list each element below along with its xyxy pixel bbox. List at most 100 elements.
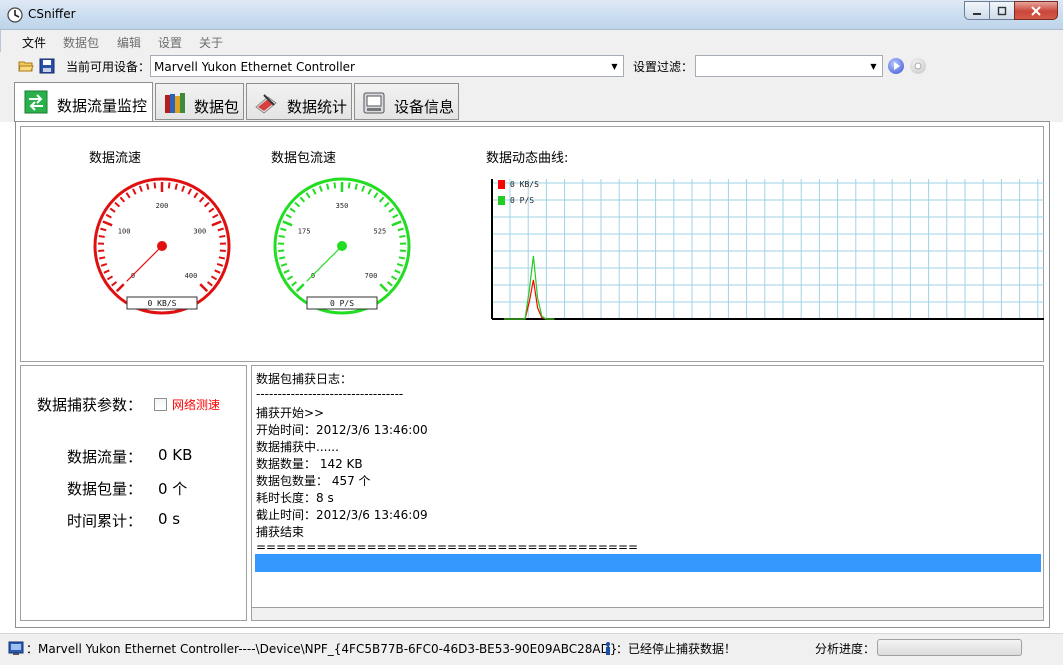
app-icon [7,7,23,23]
maximize-button[interactable] [989,1,1015,20]
gauge-tick [399,235,406,238]
params-heading: 数据捕获参数： [37,396,143,414]
minimize-button[interactable] [964,1,990,20]
gauge-tick [333,182,337,189]
tab-packets[interactable]: 数据包 [155,83,244,120]
gauge-hub [157,241,167,251]
chevron-down-icon: ▼ [870,61,877,71]
packet-gauge: 01753505257000 P/S [273,177,411,315]
gauge-tick [146,183,150,190]
title-bar: CSniffer [0,0,1063,30]
tab-label: 数据流量监控 [57,97,148,115]
log-line: 数据捕获中...... [256,440,339,454]
traffic-value: 0 KB [158,446,193,464]
speed-test-checkbox[interactable] [154,398,167,411]
capture-state: ：已经停止捕获数据！ [616,642,737,656]
gauge-tick [326,183,330,190]
menu-packet[interactable]: 数据包 [63,34,99,51]
window-controls [964,1,1058,20]
gauge-tick [347,182,351,189]
device-path: ：Marvell Yukon Ethernet Controller----\D… [26,642,618,656]
packet-count-label: 数据包量： [67,480,143,498]
menu-bar: 文件 数据包 编辑 设置 关于 [0,30,1063,52]
filter-select[interactable]: ▼ [695,55,883,77]
gauge-tick-label: 400 [185,272,198,280]
log-line: 开始时间：2012/3/6 13:46:00 [256,423,428,437]
chart-title: 数据动态曲线: [486,151,569,166]
tab-label: 设备信息 [394,98,455,116]
speed-gauge: 01002003004000 KB/S [93,177,231,315]
device-label: 当前可用设备： [66,60,151,74]
minimize-icon [973,12,981,15]
packet-gauge-title: 数据包流速 [271,151,337,166]
gauge-readout: 0 P/S [330,299,354,308]
pen-tablet-icon [255,94,277,114]
traffic-label: 数据流量： [67,448,143,466]
log-line: 捕获开始>> [256,406,325,420]
tab-label: 数据统计 [287,98,348,116]
stop-icon [914,62,922,70]
tab-label: 数据包 [194,98,240,116]
maximize-icon [997,6,1007,15]
save-icon[interactable] [39,58,55,74]
speed-test-label[interactable]: 网络测速 [172,396,220,413]
tab-statistics[interactable]: 数据统计 [246,83,352,120]
device-select-value: Marvell Yukon Ethernet Controller [154,60,355,74]
legend-label: 0 KB/S [510,180,539,189]
log-scrollbar[interactable] [251,607,1044,621]
gauge-tick-label: 700 [365,272,378,280]
tab-bar: 数据流量监控 数据包 数据统计 设备信息 [0,80,1063,122]
speed-gauge-title: 数据流速 [89,151,142,166]
selected-log-line[interactable] [255,554,1041,572]
log-line: 耗时长度：8 s [256,491,334,505]
gauge-tick [153,182,157,189]
log-line: 数据数量： 142 KB [256,457,363,471]
progress-label: 分析进度： [815,642,876,656]
gauge-hub [337,241,347,251]
gauge-tick [167,182,171,189]
window-title: CSniffer [28,7,76,21]
legend-label: 0 P/S [510,196,534,205]
filter-label: 设置过滤： [633,60,694,74]
start-capture-button[interactable] [888,58,904,74]
chevron-down-icon: ▼ [611,61,618,71]
elapsed-time-value: 0 s [158,510,181,528]
gauge-tick-label: 350 [336,202,349,210]
close-button[interactable] [1014,1,1058,20]
log-line: 数据包数量： 457 个 [256,474,371,488]
analysis-progress-bar [877,639,1022,656]
gauge-tick-label: 100 [118,227,131,235]
menu-file[interactable]: 文件 [22,34,46,51]
device-select[interactable]: Marvell Yukon Ethernet Controller ▼ [150,55,624,77]
gauge-tick [218,256,225,260]
tab-traffic-monitor[interactable]: 数据流量监控 [14,82,153,122]
gauge-tick [279,256,286,260]
gauge-tick-label: 300 [194,227,207,235]
gauge-tick-label: 525 [374,227,387,235]
menu-edit[interactable]: 编辑 [117,34,141,51]
legend-swatch [498,196,505,205]
log-line: 捕获结束 [256,525,305,539]
elapsed-time-label: 时间累计： [67,512,143,530]
traffic-chart: 0 KB/S 0 P/S [491,179,1044,320]
open-folder-icon[interactable] [18,58,34,74]
log-line: ====================================== [256,540,639,554]
tab-device-info[interactable]: 设备信息 [354,83,459,120]
device-icon [363,92,385,114]
toolbar: 当前可用设备： Marvell Yukon Ethernet Controlle… [0,52,1063,80]
status-bar: ：Marvell Yukon Ethernet Controller----\D… [0,633,1063,665]
log-line: ---------------------------------- [256,387,404,401]
capture-log[interactable]: 数据包捕获日志： -------------------------------… [251,365,1044,608]
gauge-tick [99,256,106,260]
gauge-tick [398,256,405,260]
menu-about[interactable]: 关于 [199,34,223,51]
gauge-tick [174,183,178,190]
gauge-readout: 0 KB/S [148,299,177,308]
green-arrows-icon [24,90,48,114]
info-icon [606,642,610,655]
stop-capture-button[interactable] [910,58,926,74]
menu-settings[interactable]: 设置 [158,34,182,51]
gauge-tick [219,235,226,238]
packet-count-value: 0 个 [158,480,188,498]
monitor-panel: 数据流速 数据包流速 数据动态曲线: 0 100 200 300 400 0 KB/S 0… [20,126,1044,362]
